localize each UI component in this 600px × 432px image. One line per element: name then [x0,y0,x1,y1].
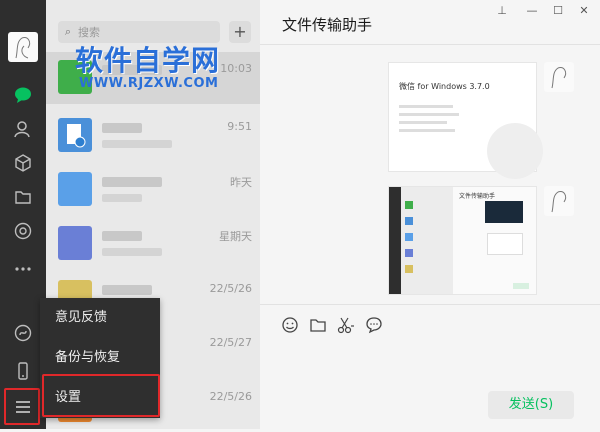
thumb-avatar [405,201,413,209]
emoji-icon[interactable] [280,316,300,336]
about-line [399,121,447,124]
watermark-url: WWW.RJZXW.COM [79,76,219,91]
thumb-avatar [405,233,413,241]
thumb-message [487,233,523,255]
about-title: 微信 for Windows 3.7.0 [399,82,490,91]
file-transfer-avatar [58,118,92,152]
maximize-icon[interactable]: ☐ [548,4,568,17]
chat-item[interactable]: 星期天 [46,218,260,270]
hamburger-highlight-box [4,388,40,425]
thumb-send [513,283,529,289]
watermark: 软件自学网 WWW.RJZXW.COM [75,44,221,92]
chat-title: 文件传输助手 [282,16,373,34]
thumb-title: 文件传输助手 [459,193,496,200]
chat-time: 9:51 [227,120,252,133]
blurred-name [102,177,162,187]
folder-send-icon[interactable] [308,316,328,336]
thumb-avatar [405,217,413,225]
pin-icon[interactable]: ⊥ [492,4,512,17]
chat-avatar [58,226,92,260]
favorites-box-icon[interactable] [11,151,35,175]
menu-item-feedback[interactable]: 意见反馈 [40,298,160,338]
chat-item[interactable]: 昨天 [46,164,260,216]
thumb-avatar [405,265,413,273]
blurred-preview [102,140,172,148]
blurred-name [102,231,142,241]
chat-history-icon[interactable] [364,316,384,336]
avatar-sketch-icon [15,37,31,59]
blurred-preview [102,194,142,202]
chat-time: 星期天 [219,230,252,243]
chat-time: 22/5/26 [209,282,252,295]
minimize-icon[interactable]: — [522,4,542,17]
about-logo-circle [487,123,543,179]
chat-window: 文件传输助手 ⊥ — ☐ ✕ 微信 for Windows 3.7.0 文件传输… [260,0,600,429]
message-image-screenshot[interactable]: 文件传输助手 [388,186,537,295]
chat-time: 22/5/27 [209,336,252,349]
menu-item-backup[interactable]: 备份与恢复 [40,338,160,378]
blurred-name [102,285,152,295]
watermark-title: 软件自学网 [75,44,221,77]
about-line [399,105,453,108]
send-button[interactable]: 发送(S) [488,391,574,419]
header-divider [260,44,600,45]
about-line [399,113,459,116]
settings-highlight-box [42,374,160,417]
chat-icon[interactable] [11,83,35,107]
blurred-preview [102,248,162,256]
chat-avatar [58,172,92,206]
chat-time: 22/5/26 [209,390,252,403]
contacts-icon[interactable] [11,117,35,141]
phone-icon[interactable] [11,359,35,383]
folder-icon[interactable] [11,185,35,209]
screenshot-scissors-icon[interactable] [336,316,356,336]
thumb-photo [485,201,523,223]
thumb-avatar [405,249,413,257]
more-dots-icon[interactable] [11,257,35,281]
my-avatar[interactable] [544,62,574,92]
add-button[interactable]: + [229,21,251,43]
message-image-about[interactable]: 微信 for Windows 3.7.0 [388,62,543,179]
my-avatar[interactable] [544,186,574,216]
blurred-name [102,123,142,133]
about-line [399,129,455,132]
chat-item[interactable]: 9:51 [46,110,260,162]
moments-icon[interactable] [11,219,35,243]
thumb-rail [389,187,401,294]
search-placeholder: 搜索 [78,26,100,39]
input-divider [260,304,600,305]
search-input[interactable]: ⌕ 搜索 [58,21,220,43]
search-icon: ⌕ [64,25,72,38]
chat-time: 10:03 [220,62,252,75]
close-icon[interactable]: ✕ [574,4,594,17]
chat-time: 昨天 [230,176,252,189]
user-avatar[interactable] [8,32,38,62]
mini-program-icon[interactable] [11,321,35,345]
